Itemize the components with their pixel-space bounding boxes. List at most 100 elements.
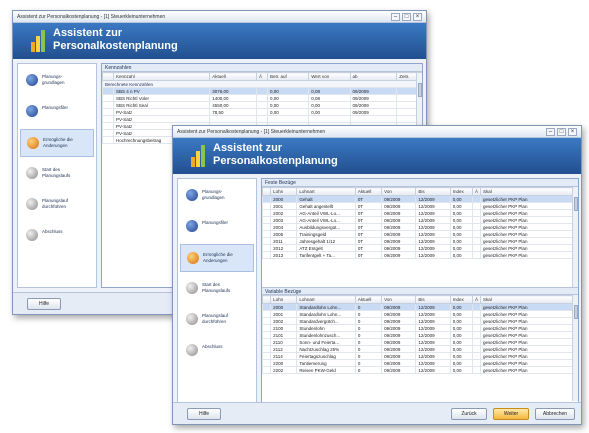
grey-person-icon	[186, 313, 198, 325]
table-cell: gesetzlicher PKP Plan	[480, 244, 578, 252]
table-cell: 3076,00	[209, 87, 257, 95]
step-planungsgrundlagen[interactable]: Planungs- grundlagen	[180, 182, 254, 210]
step-abschluss[interactable]: Abschluss	[180, 337, 254, 365]
table-row[interactable]: PV-Satz 78,50 0,00 0,00 09/2009	[102, 108, 422, 116]
column-header[interactable]	[262, 295, 272, 304]
table-row[interactable]: 2011 Jahresgehalt 1/12 0T 09/2009 12/2009 0,0…	[262, 237, 578, 245]
column-header[interactable]: Betr. auf	[266, 72, 310, 81]
table-cell	[471, 230, 482, 238]
chart-logo-icon	[31, 30, 45, 52]
table-row[interactable]: 2112 Nachtzuschlag 25% 0 09/2009 12/2009 0,00…	[262, 345, 578, 353]
table-row[interactable]: SBS Richtl Seal 4550,00 0,00 0,00 09/2009	[102, 101, 422, 109]
step-aenderungen[interactable]: Ermögliche die Anderungen	[20, 129, 94, 157]
column-header[interactable]: Bis	[415, 295, 451, 304]
column-header[interactable]: Von	[381, 295, 417, 304]
column-header[interactable]	[262, 187, 272, 196]
column-header[interactable]: Aktuell	[354, 187, 383, 196]
table-cell	[471, 310, 482, 318]
table-cell: AG-Anteil VWL-Lo...	[296, 216, 356, 224]
minimize-button[interactable]: –	[391, 13, 400, 21]
vertical-scrollbar[interactable]	[572, 187, 578, 287]
subgroup-label[interactable]: Berechnete Kennzahlen	[102, 80, 422, 88]
next-button[interactable]: Weiter	[493, 408, 529, 420]
orange-person-icon	[187, 252, 199, 264]
table-cell: 0T	[354, 244, 383, 252]
step-planungsfiler[interactable]: Planungsfiler	[20, 98, 94, 126]
table-cell	[102, 136, 114, 144]
maximize-button[interactable]: □	[402, 13, 411, 21]
column-header[interactable]: Aktuell	[209, 72, 257, 81]
step-planungslauf-durchfuehren[interactable]: Planungslauf durchführen	[20, 191, 94, 219]
help-button[interactable]: Hilfe	[27, 298, 61, 310]
table-row[interactable]: 2202 Reisen PKW-Geld 0 09/2009 12/2009 0,00 ge…	[262, 366, 578, 374]
back-button[interactable]: Zurück	[451, 408, 487, 420]
step-planungsfiler[interactable]: Planungsfiler	[180, 213, 254, 241]
maximize-button[interactable]: □	[557, 128, 566, 136]
column-header[interactable]: Ä	[471, 295, 482, 304]
column-header[interactable]: Aktuell	[354, 295, 383, 304]
table-row[interactable]: 2000 Gehalt 0T 09/2009 12/2009 0,00 gesetzlich…	[262, 195, 578, 203]
table-cell: gesetzlicher PKP Plan	[480, 345, 578, 353]
close-button[interactable]: ×	[413, 13, 422, 21]
column-header[interactable]: Lohnart	[296, 295, 356, 304]
table-row[interactable]: 2100 Stundenlohn 0 09/2009 12/2009 0,00 gesetz…	[262, 324, 578, 332]
step-planungslauf-durchfuehren[interactable]: Planungslauf durchführen	[180, 306, 254, 334]
table-cell: 0,08	[308, 87, 351, 95]
table-row[interactable]: 2110 Sonn- und Feierta... 0 09/2009 12/2009 0…	[262, 338, 578, 346]
table-row[interactable]: 2001 Standardlohn Lohn... 0 09/2009 12/2009 0…	[262, 310, 578, 318]
table-cell: 1400,00	[209, 94, 257, 102]
table-row[interactable]: 2002 AG-Anteil VWL-Lo... 0T 09/2009 12/2009 0…	[262, 209, 578, 217]
table-cell	[471, 359, 482, 367]
table-row[interactable]: SBS 4 n PV 3076,00 0,00 0,08 09/2009	[102, 87, 422, 95]
column-header[interactable]: Ä	[471, 187, 482, 196]
help-button[interactable]: Hilfe	[187, 408, 221, 420]
table-cell	[262, 195, 272, 203]
column-header[interactable]: Skal	[480, 295, 578, 304]
step-start-planungslauf[interactable]: Start des Planungslaufs	[180, 275, 254, 303]
table-row[interactable]: 2002 Standardvergütch... 0 09/2009 12/2009 0,…	[262, 317, 578, 325]
column-header[interactable]	[102, 72, 114, 81]
column-header[interactable]: Lohnart	[296, 187, 356, 196]
column-header[interactable]: Index	[449, 187, 473, 196]
cancel-button[interactable]: Abbrechen	[535, 408, 575, 420]
table-row[interactable]: 2001 Gehalt angestellt 0T 09/2009 12/2009 0,0…	[262, 202, 578, 210]
table-cell: 09/2009	[381, 230, 417, 238]
table-cell: 12/2009	[415, 310, 451, 318]
table-row[interactable]: 2200 Tantiemerung 0 09/2009 12/2009 0,00 geset…	[262, 359, 578, 367]
table-row[interactable]: 2000 Standardlohn Lohn... 0 09/2009 12/2009 0…	[262, 303, 578, 311]
column-header[interactable]: Wert von	[308, 72, 351, 81]
column-header[interactable]: Bis	[415, 187, 451, 196]
column-header[interactable]: Lohn	[270, 187, 298, 196]
table-cell	[471, 338, 482, 346]
table-cell: 0,00	[449, 366, 473, 374]
step-abschluss[interactable]: Abschluss	[20, 222, 94, 250]
column-header[interactable]: Skal	[480, 187, 578, 196]
vertical-scrollbar[interactable]	[572, 295, 578, 401]
table-cell: 2101	[270, 331, 298, 339]
table-row[interactable]: 2114 Feiertagszuschlag 0 09/2009 12/2009 0,00…	[262, 352, 578, 360]
table-row[interactable]: 2101 Stundenlohnzusch... 0 09/2009 12/2009 0,…	[262, 331, 578, 339]
table-row[interactable]: 2013 Tarifentgelt + Ta... 0T 09/2009 12/2009…	[262, 251, 578, 259]
column-header[interactable]: Kennzahl	[112, 72, 211, 81]
step-aenderungen[interactable]: Ermögliche die Anderungen	[180, 244, 254, 272]
table-row[interactable]: 2005 Trainingsgeld 0T 09/2009 12/2009 0,00 ges…	[262, 230, 578, 238]
table-row[interactable]: SBS Richtl Voler 1400,00 0,00 0,08 09/2009	[102, 94, 422, 102]
table-cell: 0,00	[449, 310, 473, 318]
table-row[interactable]: 2004 Ausbildungsvergüt... 0T 09/2009 12/2009…	[262, 223, 578, 231]
column-header[interactable]: Index	[449, 295, 473, 304]
table-cell: gesetzlicher PKP Plan	[480, 237, 578, 245]
minimize-button[interactable]: –	[546, 128, 555, 136]
column-header[interactable]: Lohn	[270, 295, 298, 304]
table-cell	[102, 122, 114, 130]
table-row[interactable]: PV-Satz	[102, 115, 422, 123]
table-cell: Standardlohn Lohn...	[296, 303, 356, 311]
column-header[interactable]: Von	[381, 187, 417, 196]
table-row[interactable]: 2003 AG-Anteil VWL-Lo... 0T 09/2009 12/2009 0…	[262, 216, 578, 224]
step-start-planungslauf[interactable]: Start des Planungslaufs	[20, 160, 94, 188]
close-button[interactable]: ×	[568, 128, 577, 136]
step-planungsgrundlagen[interactable]: Planungs- grundlagen	[20, 67, 94, 95]
table-row[interactable]: 2012 ATZ Entgelt 0T 09/2009 12/2009 0,00 geset…	[262, 244, 578, 252]
table-cell: 09/2009	[381, 202, 417, 210]
column-header[interactable]: Ä	[256, 72, 268, 81]
column-header[interactable]: ab	[349, 72, 398, 81]
